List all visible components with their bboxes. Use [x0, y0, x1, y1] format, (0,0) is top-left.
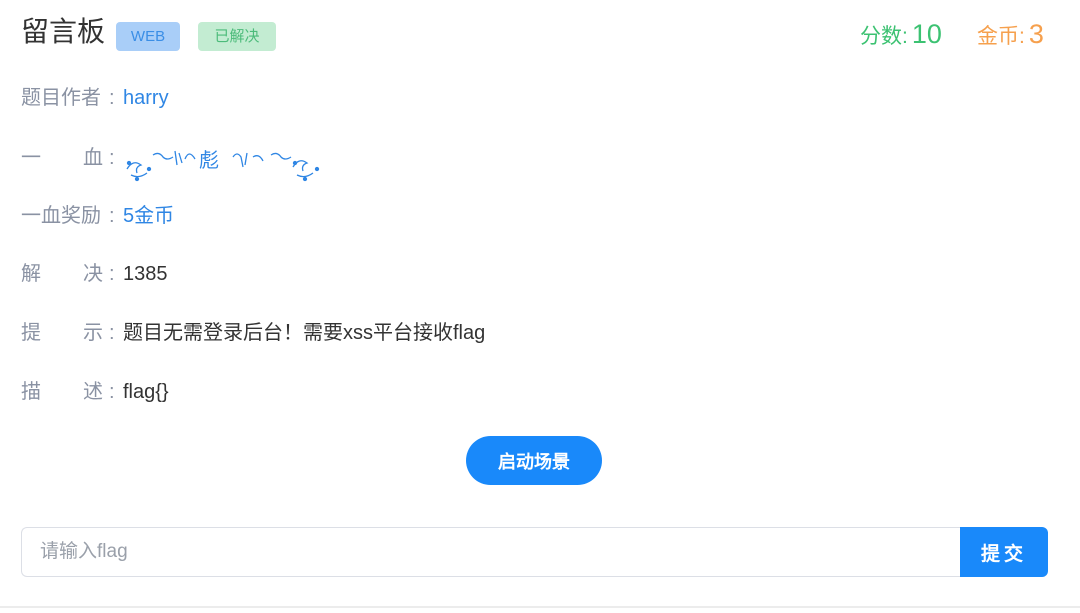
score-display: 分数: 10 — [860, 16, 942, 55]
hint-text: 题目无需登录后台！需要xss平台接收flag — [123, 322, 486, 344]
author-label: 题目作者: — [21, 87, 115, 109]
coin-display: 金币: 3 — [977, 16, 1044, 55]
first-blood-fancy-name-icon: 彪 — [126, 148, 320, 182]
svg-text:彪: 彪 — [199, 148, 219, 172]
challenge-title: 留言板 — [21, 16, 106, 47]
description-text: flag{} — [123, 381, 169, 403]
solved-count: 1385 — [123, 263, 168, 285]
description-label: 描 述 : — [21, 381, 115, 403]
category-badge: WEB — [116, 22, 180, 51]
hint-label: 提 示 : — [21, 322, 115, 344]
challenge-card: 留言板 WEB 已解决 分数: 10 金币: 3 题目作者: harry 一 血 : — [0, 0, 1080, 608]
submit-flag-button[interactable]: 提交 — [960, 527, 1048, 577]
status-badge: 已解决 — [198, 22, 276, 51]
first-blood-user[interactable]: 彪 — [123, 143, 323, 183]
start-scene-button[interactable]: 启动场景 — [466, 436, 602, 485]
score-label: 分数: — [860, 25, 908, 48]
coin-value: 3 — [1028, 19, 1044, 49]
first-blood-label: 一 血 : — [21, 147, 115, 169]
author-value[interactable]: harry — [123, 83, 169, 113]
solved-label: 解 决 : — [21, 263, 115, 285]
first-blood-reward-value: 5金币 — [123, 205, 175, 227]
score-value: 10 — [911, 19, 942, 49]
flag-input[interactable] — [21, 527, 961, 577]
first-blood-reward-label: 一血奖励: — [21, 205, 115, 227]
coin-label: 金币: — [977, 25, 1025, 48]
